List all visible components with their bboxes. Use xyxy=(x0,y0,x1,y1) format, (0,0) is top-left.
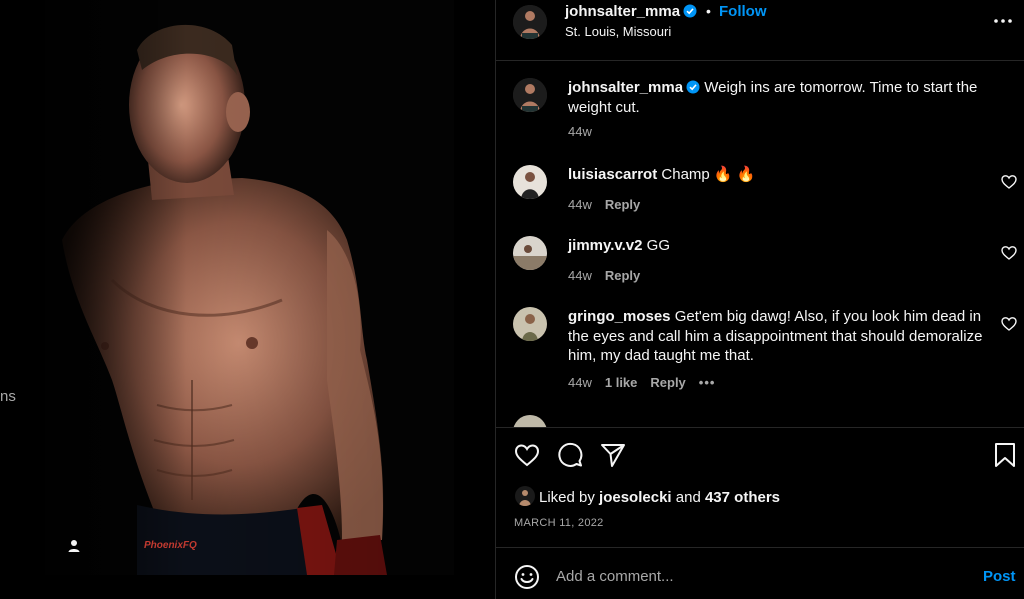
share-send-icon[interactable] xyxy=(600,442,626,468)
comment-time[interactable]: 44w xyxy=(568,197,592,212)
caption-author-avatar[interactable] xyxy=(513,78,547,112)
verified-badge-icon xyxy=(683,4,697,18)
comment-row: gringo_moses Get'em big dawg! Also, if y… xyxy=(496,307,1024,399)
comments-list[interactable]: johnsalter_mma Weigh ins are tomorrow. T… xyxy=(496,62,1024,427)
comment-time[interactable]: 44w xyxy=(568,268,592,283)
post-location[interactable]: St. Louis, Missouri xyxy=(565,24,671,39)
comment-username[interactable]: luisiascarrot xyxy=(568,166,657,183)
follow-button[interactable]: Follow xyxy=(719,3,767,20)
comment-like-heart-icon[interactable] xyxy=(1001,316,1017,332)
comment-text: GG xyxy=(646,237,671,254)
commenter-avatar[interactable] xyxy=(513,307,547,341)
header-separator: • xyxy=(706,3,711,19)
post-side-panel: johnsalter_mma • Follow St. Louis, Misso… xyxy=(495,0,1024,599)
caption-username[interactable]: johnsalter_mma xyxy=(568,79,683,96)
caption-time[interactable]: 44w xyxy=(568,124,592,139)
post-actions: Liked by joesolecki and 437 others MARCH… xyxy=(496,427,1024,547)
comment-time[interactable]: 44w xyxy=(568,375,592,390)
comment-text-block: jimmy.v.v2 GG xyxy=(568,236,988,256)
liker-avatar[interactable] xyxy=(515,486,535,506)
comment-username[interactable]: jimmy.v.v2 xyxy=(568,237,643,254)
comment-likes-count[interactable]: 1 like xyxy=(605,375,638,390)
adjacent-post-peek-text: ns xyxy=(0,388,16,405)
reply-button[interactable]: Reply xyxy=(605,197,640,212)
comment-options-button[interactable]: ••• xyxy=(699,375,716,390)
comment-meta: 44w Reply xyxy=(568,197,653,212)
person-tag-icon[interactable] xyxy=(66,538,82,554)
comment-row: jimmy.v.v2 GG 44w Reply xyxy=(496,236,1024,288)
caption-text-block: johnsalter_mma Weigh ins are tomorrow. T… xyxy=(568,78,988,117)
like-heart-icon[interactable] xyxy=(514,442,540,468)
comment-row: luisiascarrot Champ 🔥 🔥 44w Reply xyxy=(496,165,1024,217)
post-date[interactable]: MARCH 11, 2022 xyxy=(514,517,604,529)
liked-by-user[interactable]: joesolecki xyxy=(599,489,672,506)
reply-button[interactable]: Reply xyxy=(650,375,685,390)
reply-button[interactable]: Reply xyxy=(605,268,640,283)
commenter-avatar[interactable] xyxy=(513,165,547,199)
comment-bubble-icon[interactable] xyxy=(557,442,583,468)
liked-by-prefix: Liked by xyxy=(539,489,595,506)
commenter-avatar[interactable] xyxy=(513,415,547,427)
post-header: johnsalter_mma • Follow St. Louis, Misso… xyxy=(496,0,1024,61)
comment-text-block: luisiascarrot Champ 🔥 🔥 xyxy=(568,165,988,185)
comment-text-block: gringo_moses Get'em big dawg! Also, if y… xyxy=(568,307,988,366)
verified-badge-icon xyxy=(686,80,700,94)
comment-text: Champ 🔥 🔥 xyxy=(661,166,756,183)
comment-row-partial xyxy=(496,415,1024,427)
post-media: PhoenixFQ ns xyxy=(0,0,495,599)
comment-composer: Post xyxy=(496,547,1024,599)
caption-row: johnsalter_mma Weigh ins are tomorrow. T… xyxy=(496,78,1024,148)
add-comment-input[interactable] xyxy=(556,564,956,588)
save-bookmark-icon[interactable] xyxy=(992,442,1018,468)
author-username[interactable]: johnsalter_mma xyxy=(565,3,697,20)
liked-by-and: and xyxy=(675,489,701,506)
commenter-avatar[interactable] xyxy=(513,236,547,270)
post-photo[interactable]: PhoenixFQ xyxy=(42,0,454,575)
comment-like-heart-icon[interactable] xyxy=(1001,245,1017,261)
more-horizontal-icon[interactable] xyxy=(992,10,1014,32)
emoji-icon[interactable] xyxy=(514,564,540,590)
author-username-text[interactable]: johnsalter_mma xyxy=(565,3,680,20)
comment-meta: 44w 1 like Reply ••• xyxy=(568,375,728,390)
comment-meta: 44w Reply xyxy=(568,268,653,283)
fighter-photo-illustration xyxy=(42,0,454,575)
liked-by-others[interactable]: 437 others xyxy=(705,489,780,506)
caption-meta: 44w xyxy=(568,124,605,139)
shorts-brand-text: PhoenixFQ xyxy=(144,540,197,551)
comment-username[interactable]: gringo_moses xyxy=(568,308,671,325)
author-avatar[interactable] xyxy=(513,5,547,39)
liked-by-summary[interactable]: Liked by joesolecki and 437 others xyxy=(515,486,780,506)
post-comment-button[interactable]: Post xyxy=(983,568,1016,585)
comment-like-heart-icon[interactable] xyxy=(1001,174,1017,190)
